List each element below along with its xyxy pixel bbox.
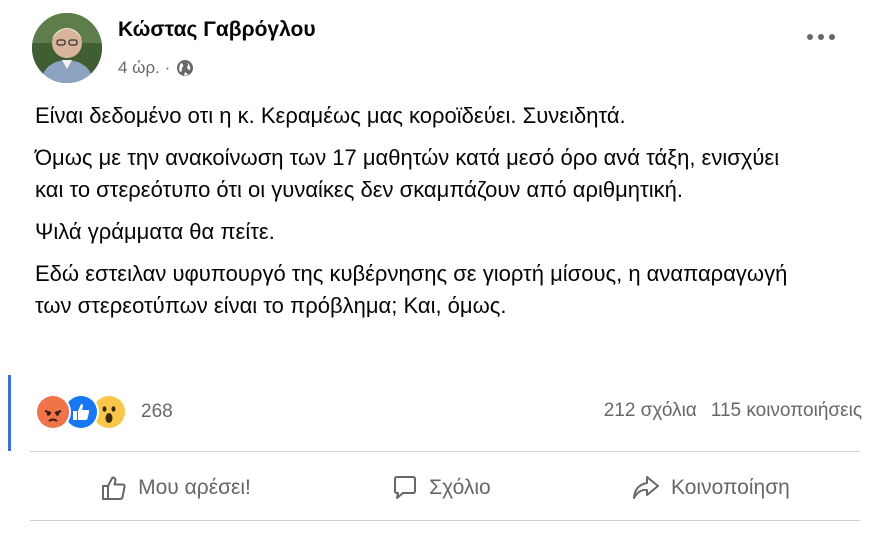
comments-count-link[interactable]: 212 σχόλια [604, 400, 697, 422]
share-button-label: Κοινοποίηση [671, 476, 790, 499]
more-options-icon[interactable] [807, 34, 835, 40]
divider [30, 451, 860, 452]
post-time[interactable]: 4 ώρ. · [118, 58, 170, 78]
like-button[interactable]: Μου αρέσει! [100, 474, 251, 502]
reactions-summary[interactable]: 268 [35, 394, 173, 430]
comment-button[interactable]: Σχόλιο [391, 474, 491, 502]
post-meta: 4 ώρ. · [118, 58, 194, 78]
thumbs-up-icon [102, 476, 126, 500]
left-accent-bar [8, 375, 11, 451]
globe-icon [177, 60, 194, 76]
post-body: Είναι δεδομένο οτι η κ. Κεραμέως μας κορ… [35, 100, 855, 332]
share-button[interactable]: Κοινοποίηση [631, 474, 790, 502]
author-name[interactable]: Κώστας Γαβρόγλου [118, 18, 316, 42]
shares-count-link[interactable]: 115 κοινοποιήσεις [711, 400, 862, 422]
comment-icon [394, 476, 417, 499]
post-paragraph: Εδώ εστειλαν υφυπουργό της κυβέρνησης σε… [35, 261, 788, 318]
post-paragraph: Ψιλά γράμματα θα πείτε. [35, 219, 275, 244]
divider [30, 520, 860, 521]
reaction-count: 268 [141, 401, 173, 422]
comment-button-label: Σχόλιο [429, 476, 491, 499]
avatar[interactable] [32, 13, 102, 83]
like-button-label: Μου αρέσει! [138, 476, 251, 499]
engagement-counts: 212 σχόλια 115 κοινοποιήσεις [604, 400, 862, 422]
angry-reaction-icon [35, 394, 71, 430]
avatar-image [32, 13, 102, 83]
action-bar: Μου αρέσει! Σχόλιο Κοινοποίηση [30, 460, 860, 516]
post-paragraph: Είναι δεδομένο οτι η κ. Κεραμέως μας κορ… [35, 103, 626, 128]
share-icon [633, 476, 659, 499]
post-paragraph: Όμως με την ανακοίνωση των 17 μαθητών κα… [35, 145, 780, 202]
post-card: Κώστας Γαβρόγλου 4 ώρ. · Είναι δεδομένο … [8, 0, 870, 533]
